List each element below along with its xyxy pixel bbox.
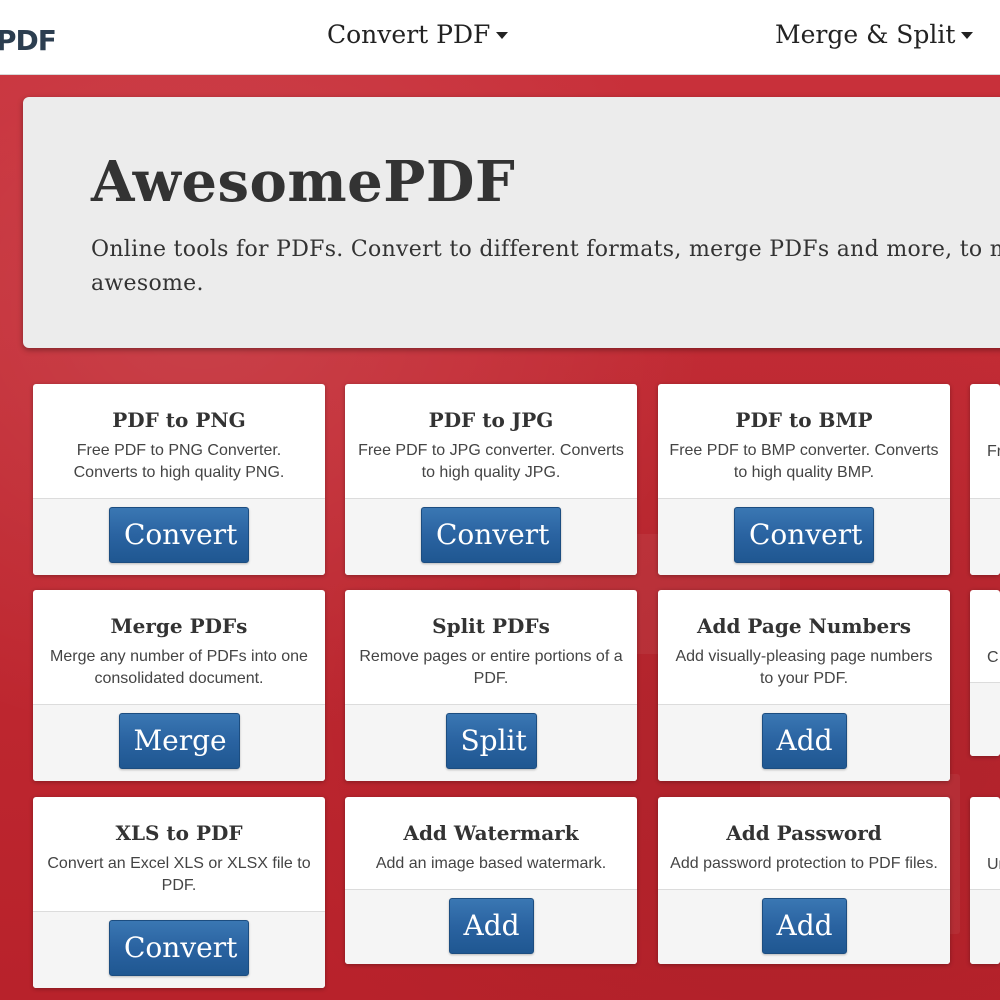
- card-title: PDF to BMP: [735, 408, 873, 432]
- nav-item-label: Merge & Split: [775, 20, 956, 49]
- tool-card-add-password: Add Password Add password protection to …: [658, 797, 950, 964]
- add-button[interactable]: Add: [761, 713, 847, 769]
- tool-card-partial: Fr: [970, 384, 1000, 575]
- card-description: C: [987, 649, 999, 666]
- card-description: Free PDF to JPG converter. Converts to h…: [358, 442, 624, 481]
- card-title: Add Page Numbers: [696, 614, 912, 638]
- tool-card-split-pdfs: Split PDFs Remove pages or entire portio…: [345, 590, 637, 781]
- convert-button[interactable]: Convert: [734, 507, 874, 563]
- page-title: AwesomePDF: [91, 149, 516, 215]
- nav-convert-pdf-dropdown[interactable]: Convert PDF: [327, 20, 509, 49]
- card-title: Split PDFs: [432, 614, 550, 638]
- convert-button[interactable]: Convert: [421, 507, 561, 563]
- tool-card-partial: Ur: [970, 797, 1000, 964]
- tool-card-xls-to-pdf: XLS to PDF Convert an Excel XLS or XLSX …: [33, 797, 325, 988]
- card-description: Add an image based watermark.: [375, 855, 607, 872]
- card-description: Ur: [987, 856, 1000, 873]
- card-title: XLS to PDF: [115, 821, 243, 845]
- card-description: Add password protection to PDF files.: [670, 855, 938, 872]
- card-title: PDF to JPG: [428, 408, 554, 432]
- caret-down-icon: [496, 31, 509, 39]
- tool-card-add-page-numbers: Add Page Numbers Add visually-pleasing p…: [658, 590, 950, 781]
- convert-button[interactable]: Convert: [109, 920, 249, 976]
- tool-card-pdf-to-jpg: PDF to JPG Free PDF to JPG converter. Co…: [345, 384, 637, 575]
- convert-button[interactable]: Convert: [109, 507, 249, 563]
- tool-card-pdf-to-bmp: PDF to BMP Free PDF to BMP converter. Co…: [658, 384, 950, 575]
- card-title: Add Password: [726, 821, 882, 845]
- split-button[interactable]: Split: [445, 713, 537, 769]
- card-title: PDF to PNG: [112, 408, 246, 432]
- card-description: Fr: [987, 443, 1000, 460]
- tool-card-pdf-to-png: PDF to PNG Free PDF to PNG Converter. Co…: [33, 384, 325, 575]
- tool-card-add-watermark: Add Watermark Add an image based waterma…: [345, 797, 637, 964]
- top-navbar: PDF Convert PDF Merge & Split: [0, 0, 1000, 75]
- tool-card-merge-pdfs: Merge PDFs Merge any number of PDFs into…: [33, 590, 325, 781]
- hero-subtitle: Online tools for PDFs. Convert to differ…: [91, 237, 1000, 296]
- card-title: Merge PDFs: [110, 614, 248, 638]
- card-description: Free PDF to BMP converter. Converts to h…: [669, 442, 939, 481]
- nav-item-label: Convert PDF: [327, 20, 491, 49]
- tool-card-partial: C: [970, 590, 1000, 756]
- caret-down-icon: [961, 31, 974, 39]
- site-logo[interactable]: PDF: [0, 24, 57, 57]
- card-description: Merge any number of PDFs into one consol…: [50, 648, 308, 687]
- card-description: Free PDF to PNG Converter. Converts to h…: [73, 442, 285, 481]
- card-title: Add Watermark: [403, 821, 579, 845]
- add-button[interactable]: Add: [448, 898, 534, 954]
- card-description: Convert an Excel XLS or XLSX file to PDF…: [47, 855, 311, 894]
- card-description: Add visually-pleasing page numbers to yo…: [675, 648, 933, 687]
- hero-banner: AwesomePDF Online tools for PDFs. Conver…: [23, 97, 1000, 348]
- nav-merge-split-dropdown[interactable]: Merge & Split: [775, 20, 974, 49]
- card-description: Remove pages or entire portions of a PDF…: [359, 648, 623, 687]
- merge-button[interactable]: Merge: [118, 713, 240, 769]
- add-button[interactable]: Add: [761, 898, 847, 954]
